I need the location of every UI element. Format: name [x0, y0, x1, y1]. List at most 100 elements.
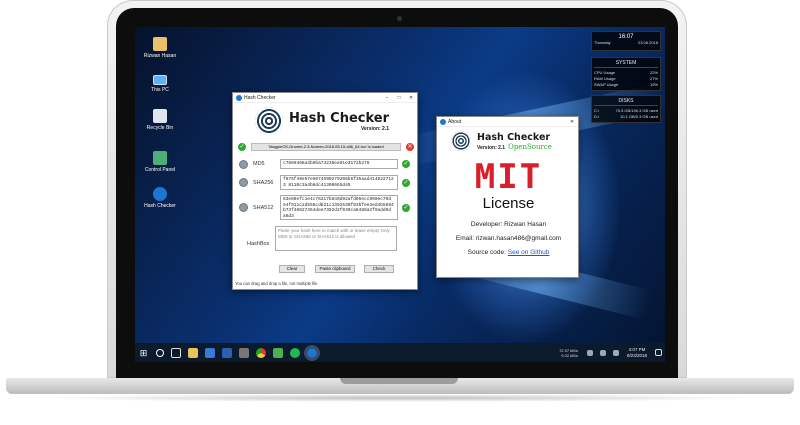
clock-day: Thursday — [594, 40, 611, 45]
desktop-icon-recycle-bin[interactable]: Recycle Bin — [141, 109, 179, 131]
network-icon[interactable] — [600, 349, 607, 356]
email-label: Email: rizwan.hasan486@gmail.com — [455, 235, 562, 242]
version-label: Version: 2.1 — [360, 125, 390, 132]
hash-window-titlebar[interactable]: Hash Checker – □ ✕ — [233, 93, 417, 103]
sha256-field[interactable]: f675f49e57e5074590279206b5f35aad41482271… — [280, 175, 398, 190]
fingerprint-icon — [451, 131, 471, 151]
file-explorer-icon[interactable] — [187, 347, 198, 358]
search-icon[interactable] — [155, 348, 164, 357]
taskbar-date: 8/23/2018 — [626, 352, 647, 358]
laptop-shadow — [40, 394, 760, 402]
about-window-titlebar[interactable]: About ✕ — [437, 117, 578, 127]
about-version: Version: 2.1 — [477, 144, 506, 151]
desktop-icon-user-folder[interactable]: Rizwan Hasan — [141, 37, 179, 59]
hash-checker-icon — [236, 94, 242, 101]
sha512-match-icon: ✓ — [402, 203, 410, 212]
about-logo: Hash Checker Version: 2.1 OpenSource — [451, 131, 552, 151]
mit-logo: MIT — [474, 157, 543, 197]
disk-row-label: D:\ — [594, 114, 600, 119]
desktop-icon-label: Recycle Bin — [146, 125, 174, 131]
status-bar-text: You can drag and drop a file, not multip… — [235, 281, 318, 286]
task-view-icon[interactable] — [170, 347, 181, 358]
copy-sha512-icon[interactable] — [239, 203, 248, 212]
about-window: About ✕ Hash Checker Version: 2.1 OpenSo… — [436, 116, 579, 278]
system-row-label: SWAP Usage — [594, 82, 619, 87]
laptop-notch — [340, 378, 458, 384]
system-row: SWAP Usage 19% — [594, 82, 658, 88]
hash-logo: Hash Checker Version: 2.1 — [255, 107, 389, 135]
source-label: Source code: — [467, 249, 506, 256]
remove-file-icon[interactable]: ✕ — [406, 143, 414, 151]
hashbox-label: HashBox — [247, 241, 270, 247]
system-row-value: 19% — [649, 82, 658, 87]
system-widget: SYSTEM CPU Usage 22% RAM Usage 27% SWAP Us… — [591, 57, 661, 91]
hash-checker-icon — [153, 187, 167, 201]
developer-label: Developer: Rizwan Hasan — [470, 221, 547, 228]
window-title: About — [448, 118, 462, 125]
check-icon: ✓ — [238, 143, 246, 151]
taskbar: ⊞ 72.97 kB/s 9.02 kB/s 4:07 PM 8/23/2018 — [135, 343, 665, 362]
network-speed: 72.97 kB/s 9.02 kB/s — [559, 348, 578, 358]
md5-match-icon: ✓ — [402, 160, 410, 168]
desktop-icon-label: This PC — [151, 87, 169, 93]
desktop-icon-this-pc[interactable]: This PC — [141, 75, 179, 93]
control-panel-icon — [153, 151, 167, 165]
hashbox-input[interactable]: Paste your hash here to match with or le… — [275, 226, 397, 251]
disk-row: D:\ 10.1 GB/0.3 GB used — [594, 114, 658, 120]
store-icon[interactable] — [204, 347, 215, 358]
desktop-icon-label: Hash Checker — [144, 203, 176, 209]
start-button[interactable]: ⊞ — [139, 348, 149, 358]
file-status-row: ✓ 'MagpieOS-Gnome-2.3-Noreen-2018.05.15-… — [238, 143, 414, 151]
source-row: Source code: See on Github — [437, 249, 580, 256]
taskbar-time: 4:07 PM — [628, 347, 646, 352]
sha256-row: SHA256 f675f49e57e5074590279206b5f35aad4… — [239, 175, 410, 190]
tray-icon[interactable] — [587, 349, 594, 356]
opensource-label: OpenSource — [508, 142, 552, 151]
sha256-match-icon: ✓ — [402, 178, 410, 187]
system-title: SYSTEM — [594, 60, 658, 68]
clock-widget: 16:07 Thursday 23.08.2018 — [591, 31, 661, 51]
word-icon[interactable] — [221, 347, 232, 358]
messaging-icon[interactable] — [272, 347, 283, 358]
disks-widget: DISKS C:\ 75.5 GB/156.3 GB used D:\ 10.1 G… — [591, 95, 661, 123]
minimize-button[interactable]: – — [381, 95, 393, 101]
sha512-row: SHA512 63e60efc1e4c76217b840d92afd05ecc9… — [239, 195, 410, 220]
hash-checker-taskbar-icon[interactable] — [303, 344, 320, 361]
taskbar-clock[interactable]: 4:07 PM 8/23/2018 — [627, 347, 647, 358]
copy-sha256-icon[interactable] — [239, 178, 248, 187]
sha512-label: SHA512 — [253, 204, 274, 211]
close-button[interactable]: ✕ — [405, 95, 417, 101]
sha256-label: SHA256 — [253, 179, 274, 186]
desktop-icon-label: Control Panel — [144, 167, 176, 173]
fingerprint-icon — [255, 107, 283, 135]
github-link[interactable]: See on Github — [508, 249, 550, 256]
desktop-icon-control-panel[interactable]: Control Panel — [141, 151, 179, 173]
desktop-icon-label: Rizwan Hasan — [143, 53, 177, 59]
loaded-file-label: 'MagpieOS-Gnome-2.3-Noreen-2018.05.15-x8… — [251, 143, 401, 151]
sha512-field[interactable]: 63e60efc1e4c76217b840d92afd05ecc900ec70d… — [280, 195, 398, 220]
upload-speed: 72.97 kB/s — [559, 347, 578, 353]
notification-icon[interactable] — [654, 349, 662, 356]
paste-clipboard-button[interactable]: Paste clipboard — [315, 265, 355, 273]
desktop-icon-hash-checker[interactable]: Hash Checker — [141, 187, 179, 209]
computer-icon — [153, 75, 167, 85]
close-button[interactable]: ✕ — [566, 119, 578, 125]
md5-label: MD5 — [253, 161, 265, 167]
disks-title: DISKS — [594, 98, 658, 106]
check-button[interactable]: Check — [364, 265, 394, 273]
page: Rizwan Hasan This PC Recycle Bin Control… — [0, 0, 800, 425]
window-title: Hash Checker — [244, 94, 276, 101]
download-speed: 9.02 kB/s — [561, 352, 578, 358]
chrome-icon[interactable] — [255, 347, 266, 358]
clear-button[interactable]: Clear — [279, 265, 305, 273]
copy-md5-icon[interactable] — [239, 159, 248, 169]
webcam-icon — [397, 16, 402, 21]
spotify-icon[interactable] — [289, 347, 300, 358]
maximize-button[interactable]: □ — [393, 95, 405, 101]
clock-date: 23.08.2018 — [637, 40, 658, 45]
recycle-bin-icon — [153, 109, 167, 123]
md5-row: MD5 c7869468a4b9ba74236ea91e3172b276 ✓ — [239, 159, 410, 169]
volume-icon[interactable] — [613, 349, 620, 356]
app-icon[interactable] — [238, 347, 249, 358]
md5-field[interactable]: c7869468a4b9ba74236ea91e3172b276 — [280, 159, 398, 169]
